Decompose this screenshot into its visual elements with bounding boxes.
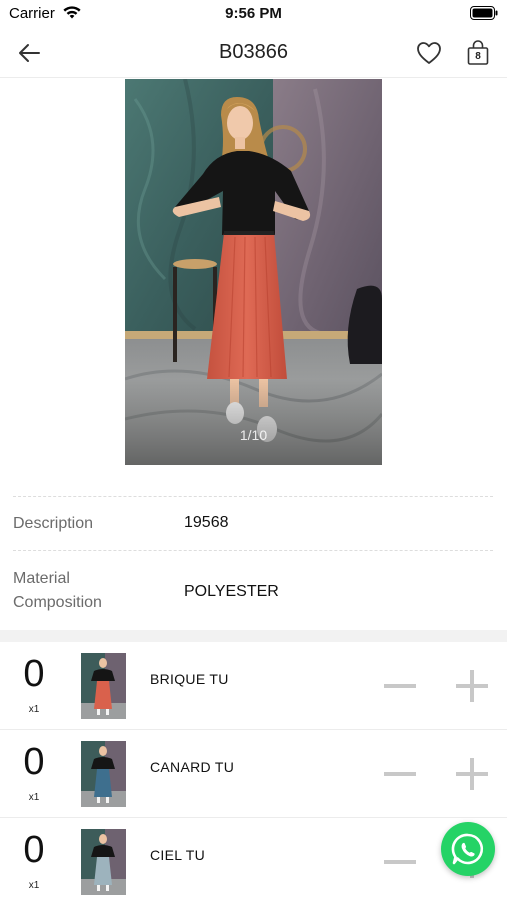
quantity-multiplier: x1: [28, 792, 40, 803]
quantity-value: 0: [23, 741, 45, 783]
status-bar: Carrier 9:56 PM: [0, 0, 507, 28]
plus-icon: [456, 758, 488, 790]
increase-quantity-button[interactable]: [452, 668, 492, 704]
minus-icon: [384, 772, 416, 776]
heart-icon: [417, 42, 441, 64]
battery-icon: [470, 6, 498, 20]
cart-count-badge: 8: [475, 51, 481, 62]
product-photo[interactable]: [125, 79, 382, 465]
quantity-multiplier: x1: [28, 704, 40, 715]
navigation-bar: B03866 8: [0, 28, 507, 78]
variant-name: CIEL TU: [150, 847, 206, 863]
divider: [13, 550, 493, 551]
spec-value-description: 19568: [184, 514, 229, 531]
variant-thumbnail[interactable]: [81, 741, 126, 807]
decrease-quantity-button[interactable]: [380, 668, 420, 704]
quantity-multiplier: x1: [28, 880, 40, 891]
variant-name: CANARD TU: [150, 759, 235, 775]
variant-row: 0 x1 CANARD TU: [0, 730, 507, 818]
quantity-value: 0: [23, 829, 45, 871]
cart-button[interactable]: 8: [465, 38, 491, 68]
variant-thumbnail[interactable]: [81, 653, 126, 719]
variant-skirt: [94, 681, 112, 709]
increase-quantity-button[interactable]: [452, 756, 492, 792]
whatsapp-icon: [451, 833, 484, 865]
minus-icon: [384, 860, 416, 864]
back-button[interactable]: [14, 38, 46, 68]
decrease-quantity-button[interactable]: [380, 844, 420, 880]
spec-value-material: POLYESTER: [184, 583, 279, 600]
spec-label-description: Description: [13, 515, 94, 532]
plus-icon: [456, 670, 488, 702]
whatsapp-button[interactable]: [441, 822, 495, 876]
photo-counter: 1/10: [239, 427, 268, 443]
variant-row: 0 x1 CIEL TU: [0, 818, 507, 900]
divider: [13, 496, 493, 497]
arrow-left-icon: [19, 44, 40, 62]
variant-thumbnail[interactable]: [81, 829, 126, 895]
minus-icon: [384, 684, 416, 688]
variant-name: BRIQUE TU: [150, 671, 229, 687]
variant-row: 0 x1 BRIQUE TU: [0, 642, 507, 730]
spec-label-material: Material Composition: [13, 570, 102, 611]
favorite-button[interactable]: [415, 40, 443, 66]
section-separator: [0, 630, 507, 642]
variant-skirt: [94, 857, 112, 885]
decrease-quantity-button[interactable]: [380, 756, 420, 792]
quantity-value: 0: [23, 653, 45, 695]
variant-skirt: [94, 769, 112, 797]
status-time: 9:56 PM: [225, 5, 282, 22]
product-gallery[interactable]: 1/10: [0, 79, 507, 465]
